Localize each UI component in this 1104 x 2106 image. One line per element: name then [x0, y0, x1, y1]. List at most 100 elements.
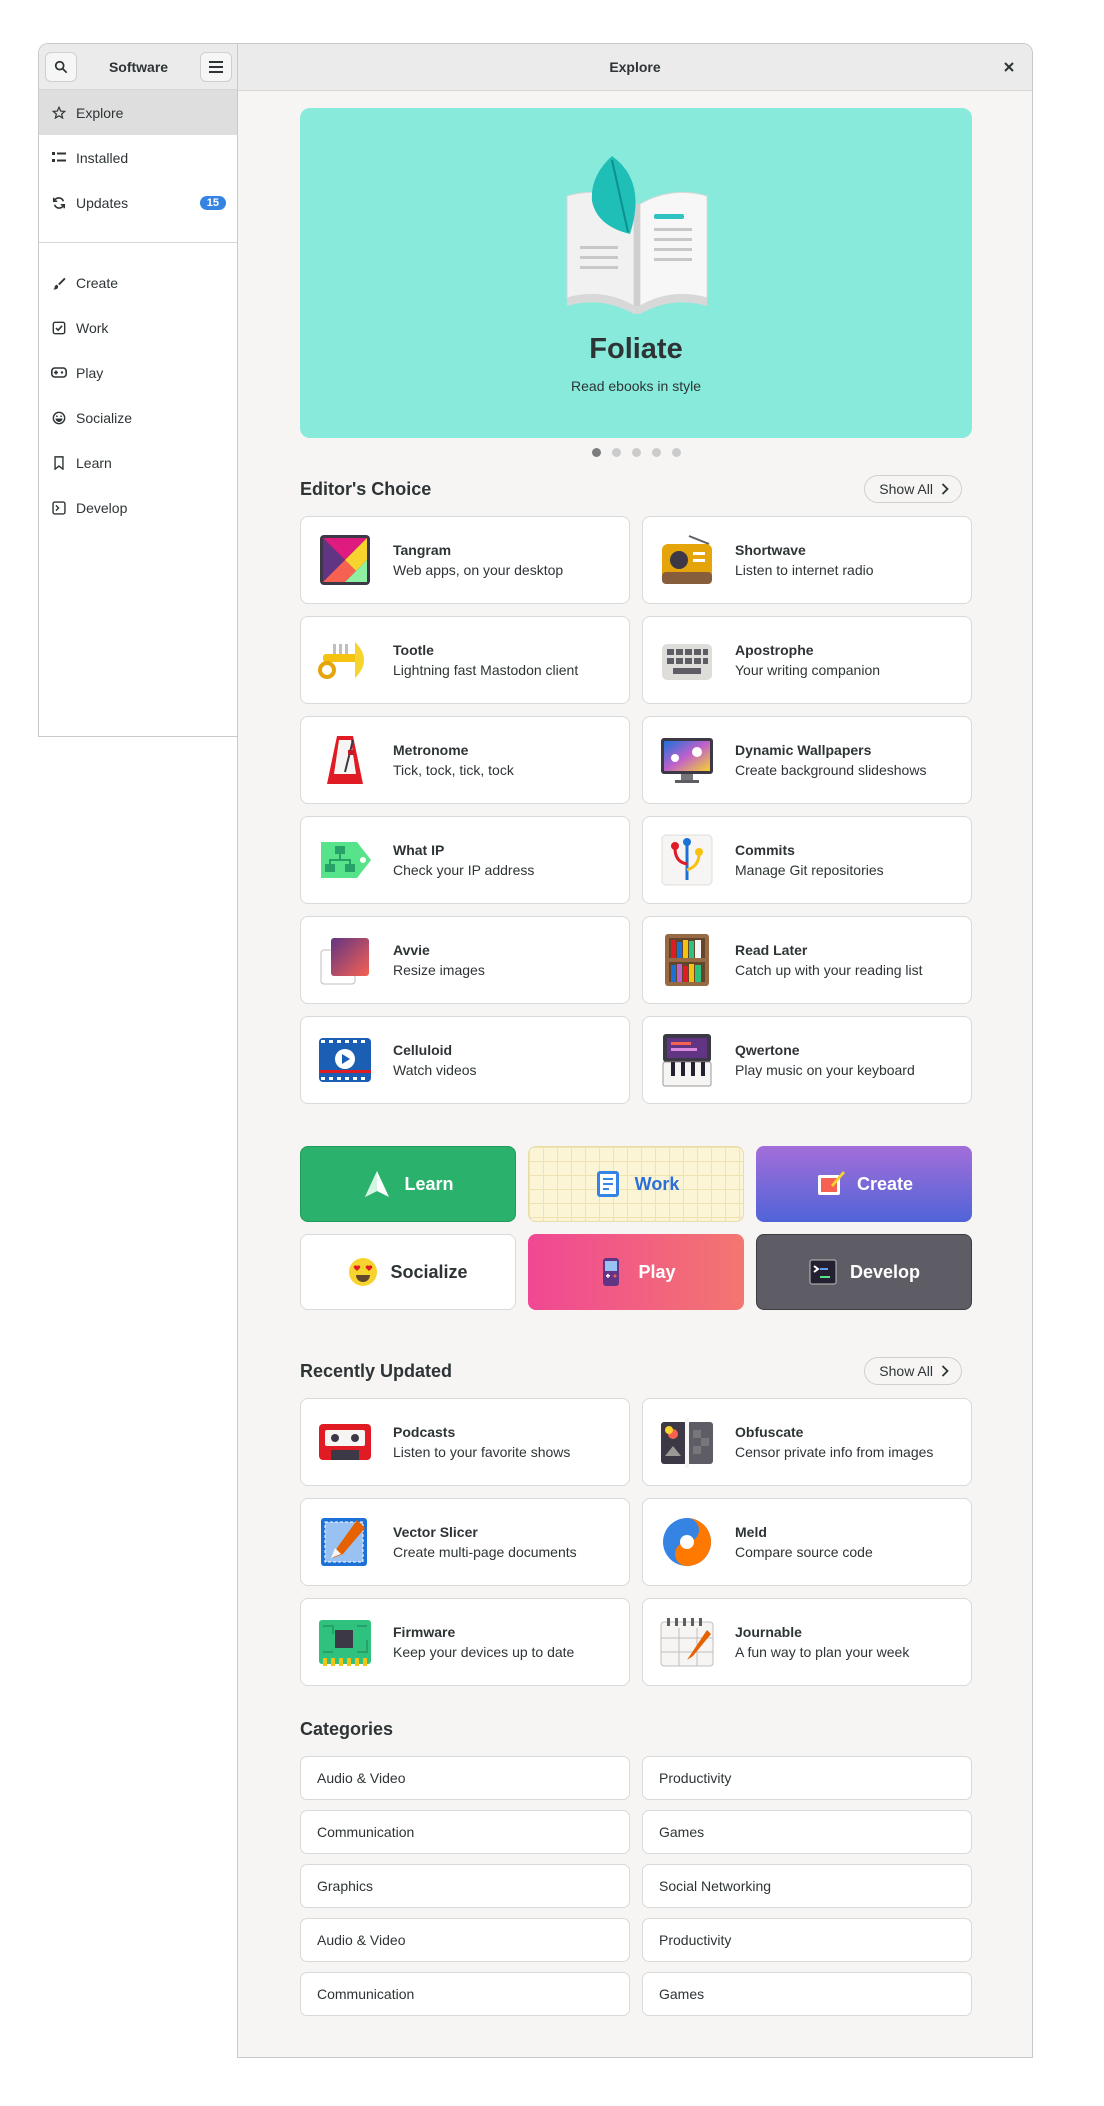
tile-label: Socialize: [390, 1261, 468, 1282]
sidebar-item-label: Create: [76, 274, 119, 291]
image-crop-icon: [320, 938, 369, 985]
editors-choice-header: Editor's Choice Show All: [300, 474, 972, 504]
sidebar-item-label: Play: [76, 364, 104, 381]
app-card[interactable]: Celluloid Watch videos: [300, 1016, 630, 1104]
category-tile-socialize[interactable]: Socialize: [300, 1234, 516, 1310]
app-card[interactable]: Qwertone Play music on your keyboard: [642, 1016, 972, 1104]
menu-button[interactable]: [200, 51, 232, 82]
bookshelf-icon: [665, 934, 709, 986]
meld-swirl-icon: [663, 1518, 711, 1566]
category-tile-play[interactable]: Play: [528, 1234, 744, 1310]
search-icon: [54, 60, 68, 73]
gamepad-icon: [51, 365, 67, 381]
sidebar-item-learn[interactable]: Learn: [39, 440, 238, 485]
app-card[interactable]: Firmware Keep your devices up to date: [300, 1598, 630, 1686]
app-card[interactable]: What IP Check your IP address: [300, 816, 630, 904]
app-name: Journable: [735, 1624, 802, 1640]
app-desc: Lightning fast Mastodon client: [393, 662, 579, 678]
app-card[interactable]: Obfuscate Censor private info from images: [642, 1398, 972, 1486]
checkbox-icon: [51, 320, 67, 336]
app-card[interactable]: Read Later Catch up with your reading lis…: [642, 916, 972, 1004]
app-card[interactable]: Tootle Lightning fast Mastodon client: [300, 616, 630, 704]
carousel-dot[interactable]: [591, 448, 601, 457]
sidebar-item-label: Updates: [76, 194, 129, 211]
category-button[interactable]: Games: [642, 1810, 972, 1854]
canvas-brush-icon: [817, 1171, 845, 1195]
section-title: Editor's Choice: [300, 478, 432, 499]
sidebar-item-play[interactable]: Play: [39, 350, 238, 395]
app-card[interactable]: Commits Manage Git repositories: [642, 816, 972, 904]
sidebar-divider: [39, 242, 238, 243]
app-card[interactable]: Vector Slicer Create multi-page documents: [300, 1498, 630, 1586]
category-tile-develop[interactable]: Develop: [756, 1234, 972, 1310]
app-card[interactable]: Apostrophe Your writing companion: [642, 616, 972, 704]
app-name: Metronome: [393, 742, 469, 758]
app-card[interactable]: Avvie Resize images: [300, 916, 630, 1004]
sidebar-item-create[interactable]: Create: [39, 260, 238, 305]
category-button[interactable]: Graphics: [300, 1864, 630, 1908]
updates-count-badge: 15: [199, 195, 226, 210]
chip-icon: [319, 1620, 371, 1666]
page-title: Explore: [609, 59, 661, 75]
app-name: Qwertone: [735, 1042, 800, 1058]
show-all-button[interactable]: Show All: [864, 1357, 962, 1385]
book-leaf-icon: [566, 156, 708, 314]
sidebar-item-label: Develop: [76, 499, 128, 516]
app-desc: Play music on your keyboard: [735, 1062, 915, 1078]
category-button[interactable]: Audio & Video: [300, 1918, 630, 1962]
explore-content: Foliate Read ebooks in style Editor's Ch…: [300, 108, 972, 2016]
sidebar-item-label: Installed: [76, 149, 129, 166]
category-button[interactable]: Social Networking: [642, 1864, 972, 1908]
app-desc: Keep your devices up to date: [393, 1644, 575, 1660]
carousel-dot[interactable]: [651, 448, 661, 457]
show-all-button[interactable]: Show All: [864, 475, 962, 503]
app-name: Celluloid: [393, 1042, 453, 1058]
featured-banner[interactable]: Foliate Read ebooks in style: [300, 108, 972, 438]
keyboard-icon: [662, 644, 712, 680]
sidebar-item-develop[interactable]: Develop: [39, 485, 238, 530]
tile-label: Learn: [404, 1173, 454, 1194]
category-button[interactable]: Communication: [300, 1810, 630, 1854]
category-tile-work[interactable]: Work: [528, 1146, 744, 1222]
category-button[interactable]: Communication: [300, 1972, 630, 2016]
sidebar-item-socialize[interactable]: Socialize: [39, 395, 238, 440]
app-name: Avvie: [393, 942, 430, 958]
category-tile-create[interactable]: Create: [756, 1146, 972, 1222]
category-button[interactable]: Productivity: [642, 1918, 972, 1962]
search-button[interactable]: [45, 51, 77, 82]
app-card[interactable]: Metronome Tick, tock, tick, tock: [300, 716, 630, 804]
carousel-dot[interactable]: [611, 448, 621, 457]
sidebar-item-work[interactable]: Work: [39, 305, 238, 350]
carousel-dot[interactable]: [671, 448, 681, 457]
app-name: Obfuscate: [735, 1424, 804, 1440]
app-card[interactable]: Tangram Web apps, on your desktop: [300, 516, 630, 604]
close-icon[interactable]: [1000, 58, 1018, 76]
app-desc: Create multi-page documents: [393, 1544, 577, 1560]
editors-choice-grid: Tangram Web apps, on your desktop Shortwa…: [300, 516, 972, 1104]
category-button[interactable]: Audio & Video: [300, 1756, 630, 1800]
terminal-icon: [51, 500, 67, 516]
sidebar-item-explore[interactable]: Explore: [39, 90, 238, 135]
app-card[interactable]: Podcasts Listen to your favorite shows: [300, 1398, 630, 1486]
app-card[interactable]: Meld Compare source code: [642, 1498, 972, 1586]
app-name: Dynamic Wallpapers: [735, 742, 872, 758]
obfuscate-icon: [661, 1418, 713, 1468]
heart-eyes-emoji-icon: [349, 1258, 378, 1286]
carousel-dot[interactable]: [631, 448, 641, 457]
banner-subtitle: Read ebooks in style: [571, 378, 701, 394]
sidebar-item-installed[interactable]: Installed: [39, 135, 238, 180]
sidebar-item-updates[interactable]: Updates 15: [39, 180, 238, 225]
star-icon: [51, 105, 67, 121]
app-card[interactable]: Dynamic Wallpapers Create background slid…: [642, 716, 972, 804]
app-card[interactable]: Shortwave Listen to internet radio: [642, 516, 972, 604]
tangram-icon: [320, 535, 370, 585]
app-card[interactable]: Journable A fun way to plan your week: [642, 1598, 972, 1686]
app-desc: Resize images: [393, 962, 485, 978]
handheld-console-icon: [603, 1258, 620, 1286]
main-header: Explore: [238, 44, 1032, 91]
app-desc: Create background slideshows: [735, 762, 927, 778]
refresh-icon: [51, 195, 67, 211]
category-button[interactable]: Games: [642, 1972, 972, 2016]
category-tile-learn[interactable]: Learn: [300, 1146, 516, 1222]
category-button[interactable]: Productivity: [642, 1756, 972, 1800]
